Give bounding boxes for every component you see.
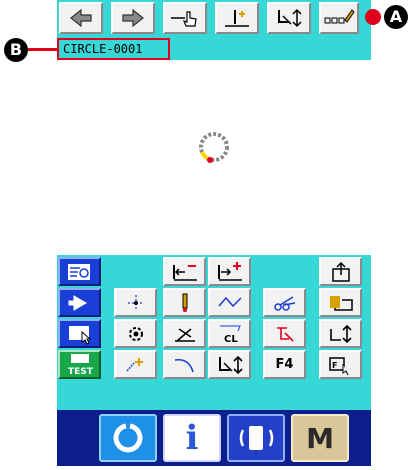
pattern-add-icon [125, 357, 143, 371]
point-move-button[interactable] [114, 288, 157, 317]
select-stitch-button[interactable] [58, 288, 101, 317]
memory-label: M [306, 421, 334, 455]
callout-a-marker: A [384, 5, 408, 29]
settings-button[interactable] [114, 319, 157, 348]
zigzag-line-icon [217, 296, 242, 307]
needle-icon [182, 293, 187, 312]
function-key-icon: F [328, 356, 348, 375]
top-toolbar [57, 0, 371, 38]
f4-button[interactable]: F4 [263, 350, 306, 379]
svg-text:CL: CL [224, 334, 238, 345]
thread-trim-button[interactable] [263, 288, 306, 317]
up-down-icon [329, 324, 352, 343]
stitch-first-icon [172, 264, 197, 281]
device-screen: CIRCLE-0001 CL TEST F4 F i M [57, 0, 371, 466]
special-stitch-button[interactable] [263, 319, 306, 348]
export-icon [331, 261, 350, 282]
last-stitch-button[interactable] [208, 257, 251, 286]
line-input-button[interactable] [208, 288, 251, 317]
point-move-icon [127, 294, 144, 311]
zoom-view-button[interactable] [58, 257, 101, 286]
feed-button[interactable] [267, 2, 311, 34]
pointer-button[interactable] [163, 2, 207, 34]
pattern-name-label: CIRCLE-0001 [57, 38, 170, 60]
callout-a-dot [365, 9, 381, 25]
tension-button[interactable] [163, 319, 206, 348]
arrow-forward-button[interactable] [111, 2, 155, 34]
machine-settings-button[interactable] [319, 288, 362, 317]
bottom-bar: i M [57, 410, 371, 466]
callout-b-marker: B [4, 38, 28, 62]
arc-icon [174, 358, 194, 372]
needle-move-button[interactable] [215, 2, 259, 34]
arrow-right-icon [122, 8, 144, 28]
info-button[interactable]: i [163, 414, 221, 462]
presser-foot-icon [278, 8, 302, 28]
communication-button[interactable] [227, 414, 285, 462]
screen-pointer-icon [68, 325, 91, 345]
special-stitch-icon [276, 326, 294, 342]
export-button[interactable] [319, 257, 362, 286]
hand-pointer-icon [171, 11, 197, 27]
memory-switch-button[interactable]: M [291, 414, 349, 462]
function-key-button[interactable]: F [319, 350, 362, 379]
test-label: TEST [68, 367, 94, 377]
circle-arrow-icon [113, 423, 143, 453]
name-edit-button[interactable] [319, 2, 359, 34]
tension-icon [174, 327, 195, 342]
foot-height-button[interactable] [208, 350, 251, 379]
pattern-add-button[interactable] [114, 350, 157, 379]
first-stitch-button[interactable] [163, 257, 206, 286]
arrow-back-button[interactable] [59, 2, 103, 34]
display-select-button[interactable] [58, 319, 101, 348]
function-grid: CL TEST F4 F [57, 255, 371, 410]
foot-height-icon [218, 355, 243, 374]
stitch-last-icon [217, 261, 242, 281]
arrow-left-icon [70, 8, 92, 28]
communication-icon [239, 426, 274, 450]
gear-icon [128, 326, 143, 341]
zoom-list-icon [67, 263, 90, 280]
code-icon: CL [219, 325, 241, 345]
callout-b-line [28, 48, 58, 51]
code-input-button[interactable]: CL [208, 319, 251, 348]
sewing-button[interactable] [99, 414, 157, 462]
scissors-icon [273, 295, 295, 311]
needle-move-icon [225, 10, 249, 27]
circle-pattern-preview [199, 132, 229, 163]
test-icon: TEST [68, 353, 94, 377]
needle-button[interactable] [163, 288, 206, 317]
pattern-canvas[interactable] [57, 60, 371, 255]
pencil-text-icon [324, 9, 355, 24]
up-down-button[interactable] [319, 319, 362, 348]
arc-input-button[interactable] [163, 350, 206, 379]
info-label: i [185, 418, 199, 458]
f4-label: F4 [275, 357, 294, 372]
machine-icon [329, 295, 353, 311]
svg-text:F: F [332, 361, 337, 370]
test-button[interactable]: TEST [58, 350, 101, 379]
arrow-step-icon [68, 294, 87, 311]
